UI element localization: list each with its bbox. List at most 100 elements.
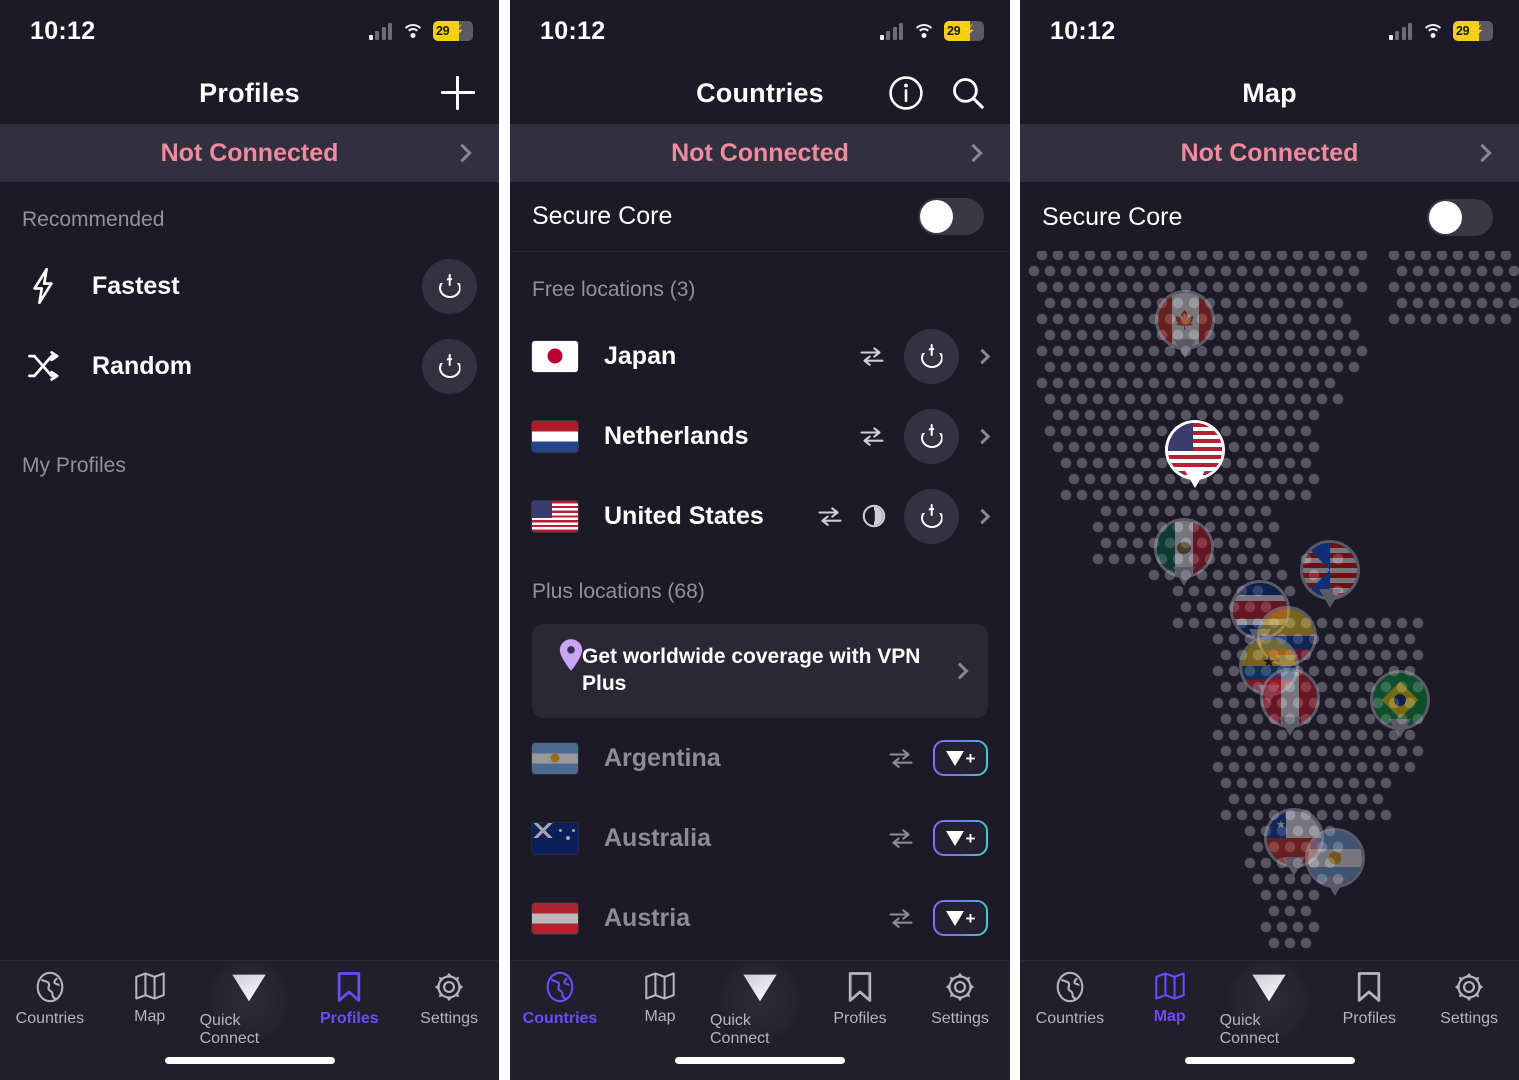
country-row-australia[interactable]: Australia +: [510, 798, 1010, 878]
tab-settings[interactable]: Settings: [910, 971, 1010, 1028]
power-button[interactable]: [904, 488, 959, 544]
map-pin-canada[interactable]: 🍁: [1158, 293, 1212, 359]
tab-countries[interactable]: Countries: [510, 971, 610, 1028]
map-pin-united-states[interactable]: [1168, 423, 1222, 489]
search-icon[interactable]: [950, 75, 986, 111]
chevron-right-icon: [1473, 143, 1492, 163]
wifi-icon: [401, 23, 424, 40]
connection-status-bar[interactable]: Not Connected: [510, 124, 1010, 182]
power-button[interactable]: [422, 258, 477, 314]
status-bar: 10:12 29 ⚡: [510, 0, 1010, 62]
vpn-plus-badge-button[interactable]: +: [933, 900, 988, 936]
map-pin-peru[interactable]: [1263, 671, 1317, 737]
country-label: Netherlands: [604, 421, 749, 450]
bookmark-icon: [848, 972, 872, 1002]
p2p-icon: [860, 427, 884, 446]
globe-icon: [546, 971, 574, 1003]
vpn-plus-badge-button[interactable]: +: [933, 820, 988, 856]
profile-row-fastest[interactable]: Fastest: [0, 246, 499, 326]
country-row-austria[interactable]: Austria +: [510, 878, 1010, 958]
location-pin-icon: [554, 638, 588, 704]
proton-vpn-logo-icon: [1252, 974, 1287, 1002]
screen-profiles: 10:12 29 ⚡ Profiles Not Connected Recomm…: [0, 0, 499, 1080]
chevron-right-icon: [974, 508, 991, 524]
vpn-plus-promo-card[interactable]: Get worldwide coverage with VPN Plus: [532, 624, 988, 718]
tab-label: Profiles: [319, 1010, 379, 1027]
p2p-icon: [889, 749, 913, 768]
power-button[interactable]: [904, 328, 959, 384]
tab-settings[interactable]: Settings: [1419, 971, 1519, 1028]
section-header-my-profiles: My Profiles: [22, 454, 126, 477]
chevron-right-icon: [974, 348, 991, 364]
status-bar-clock: 10:12: [1050, 16, 1116, 45]
power-button[interactable]: [422, 338, 477, 394]
gear-icon: [434, 972, 464, 1002]
p2p-icon: [818, 507, 842, 526]
secure-core-toggle[interactable]: [1427, 198, 1493, 236]
profile-label: Random: [92, 351, 192, 380]
country-row-united-states[interactable]: United States: [510, 476, 1010, 556]
wifi-icon: [912, 23, 935, 40]
secure-core-label: Secure Core: [532, 202, 673, 230]
battery-icon: 29 ⚡: [1453, 21, 1493, 41]
tab-quick-connect[interactable]: Quick Connect: [200, 957, 300, 1048]
battery-icon: 29 ⚡: [433, 21, 473, 41]
connection-status-bar[interactable]: Not Connected: [0, 124, 499, 182]
power-button[interactable]: [904, 408, 959, 464]
gear-icon: [1454, 972, 1484, 1002]
country-label: Japan: [604, 341, 677, 370]
tab-label: Settings: [931, 1010, 989, 1027]
proton-vpn-logo-icon: [945, 910, 964, 926]
flag-united-states: [532, 500, 578, 532]
connection-status-label: Not Connected: [1180, 138, 1359, 167]
country-row-argentina[interactable]: Argentina +: [510, 718, 1010, 798]
proton-vpn-logo-icon: [945, 830, 964, 846]
country-row-netherlands[interactable]: Netherlands: [510, 396, 1010, 476]
map-icon: [645, 972, 675, 1000]
map-pin-argentina[interactable]: [1308, 831, 1362, 897]
vpn-plus-badge-button[interactable]: +: [933, 740, 988, 776]
home-indicator: [1184, 1057, 1355, 1064]
tab-profiles[interactable]: Profiles: [1319, 971, 1419, 1028]
connection-status-bar[interactable]: Not Connected: [1020, 124, 1519, 182]
profile-row-random[interactable]: Random: [0, 326, 499, 406]
map-pin-mexico[interactable]: [1157, 521, 1211, 587]
tab-profiles[interactable]: Profiles: [299, 971, 399, 1028]
secure-core-toggle[interactable]: [918, 198, 984, 235]
tab-profiles[interactable]: Profiles: [810, 971, 910, 1028]
chevron-right-icon: [951, 662, 969, 680]
tab-map[interactable]: Map: [610, 971, 710, 1026]
info-icon[interactable]: [888, 75, 924, 111]
status-bar-clock: 10:12: [30, 16, 96, 45]
wifi-icon: [1421, 23, 1444, 40]
tab-label: Map: [1153, 1008, 1186, 1025]
tab-countries[interactable]: Countries: [0, 971, 100, 1028]
tab-quick-connect[interactable]: Quick Connect: [710, 957, 810, 1048]
status-bar-clock: 10:12: [540, 16, 606, 45]
world-map[interactable]: 🍁 ★ ★: [1020, 251, 1519, 972]
battery-percent-label: 29: [1456, 24, 1470, 38]
connection-status-label: Not Connected: [671, 138, 849, 167]
screen-countries: 10:12 29 ⚡ Countries Not Connected Secur…: [510, 0, 1010, 1080]
tab-map[interactable]: Map: [1120, 971, 1220, 1026]
flag-netherlands: [532, 420, 578, 452]
tab-quick-connect[interactable]: Quick Connect: [1220, 957, 1320, 1048]
tab-map[interactable]: Map: [100, 971, 200, 1026]
secure-core-row[interactable]: Secure Core: [510, 182, 1010, 252]
section-header-plus-locations: Plus locations (68): [532, 580, 705, 603]
tab-label: Settings: [420, 1010, 478, 1027]
chevron-right-icon: [974, 428, 991, 444]
screen-map: 10:12 29 ⚡ Map Not Connected Secure Core: [1020, 0, 1519, 1080]
secure-core-label: Secure Core: [1042, 202, 1183, 231]
country-row-japan[interactable]: Japan: [510, 316, 1010, 396]
plus-icon[interactable]: [441, 76, 475, 110]
map-pin-puerto-rico[interactable]: [1303, 543, 1357, 609]
tab-label: Quick Connect: [710, 1012, 770, 1047]
secure-core-row[interactable]: Secure Core: [1020, 182, 1519, 252]
tab-settings[interactable]: Settings: [399, 971, 499, 1028]
charging-bolt-icon: ⚡: [1470, 24, 1486, 38]
bookmark-icon: [1358, 972, 1381, 1002]
tab-countries[interactable]: Countries: [1020, 971, 1120, 1028]
battery-percent-label: 29: [436, 24, 450, 38]
map-pin-brazil[interactable]: [1373, 673, 1427, 739]
